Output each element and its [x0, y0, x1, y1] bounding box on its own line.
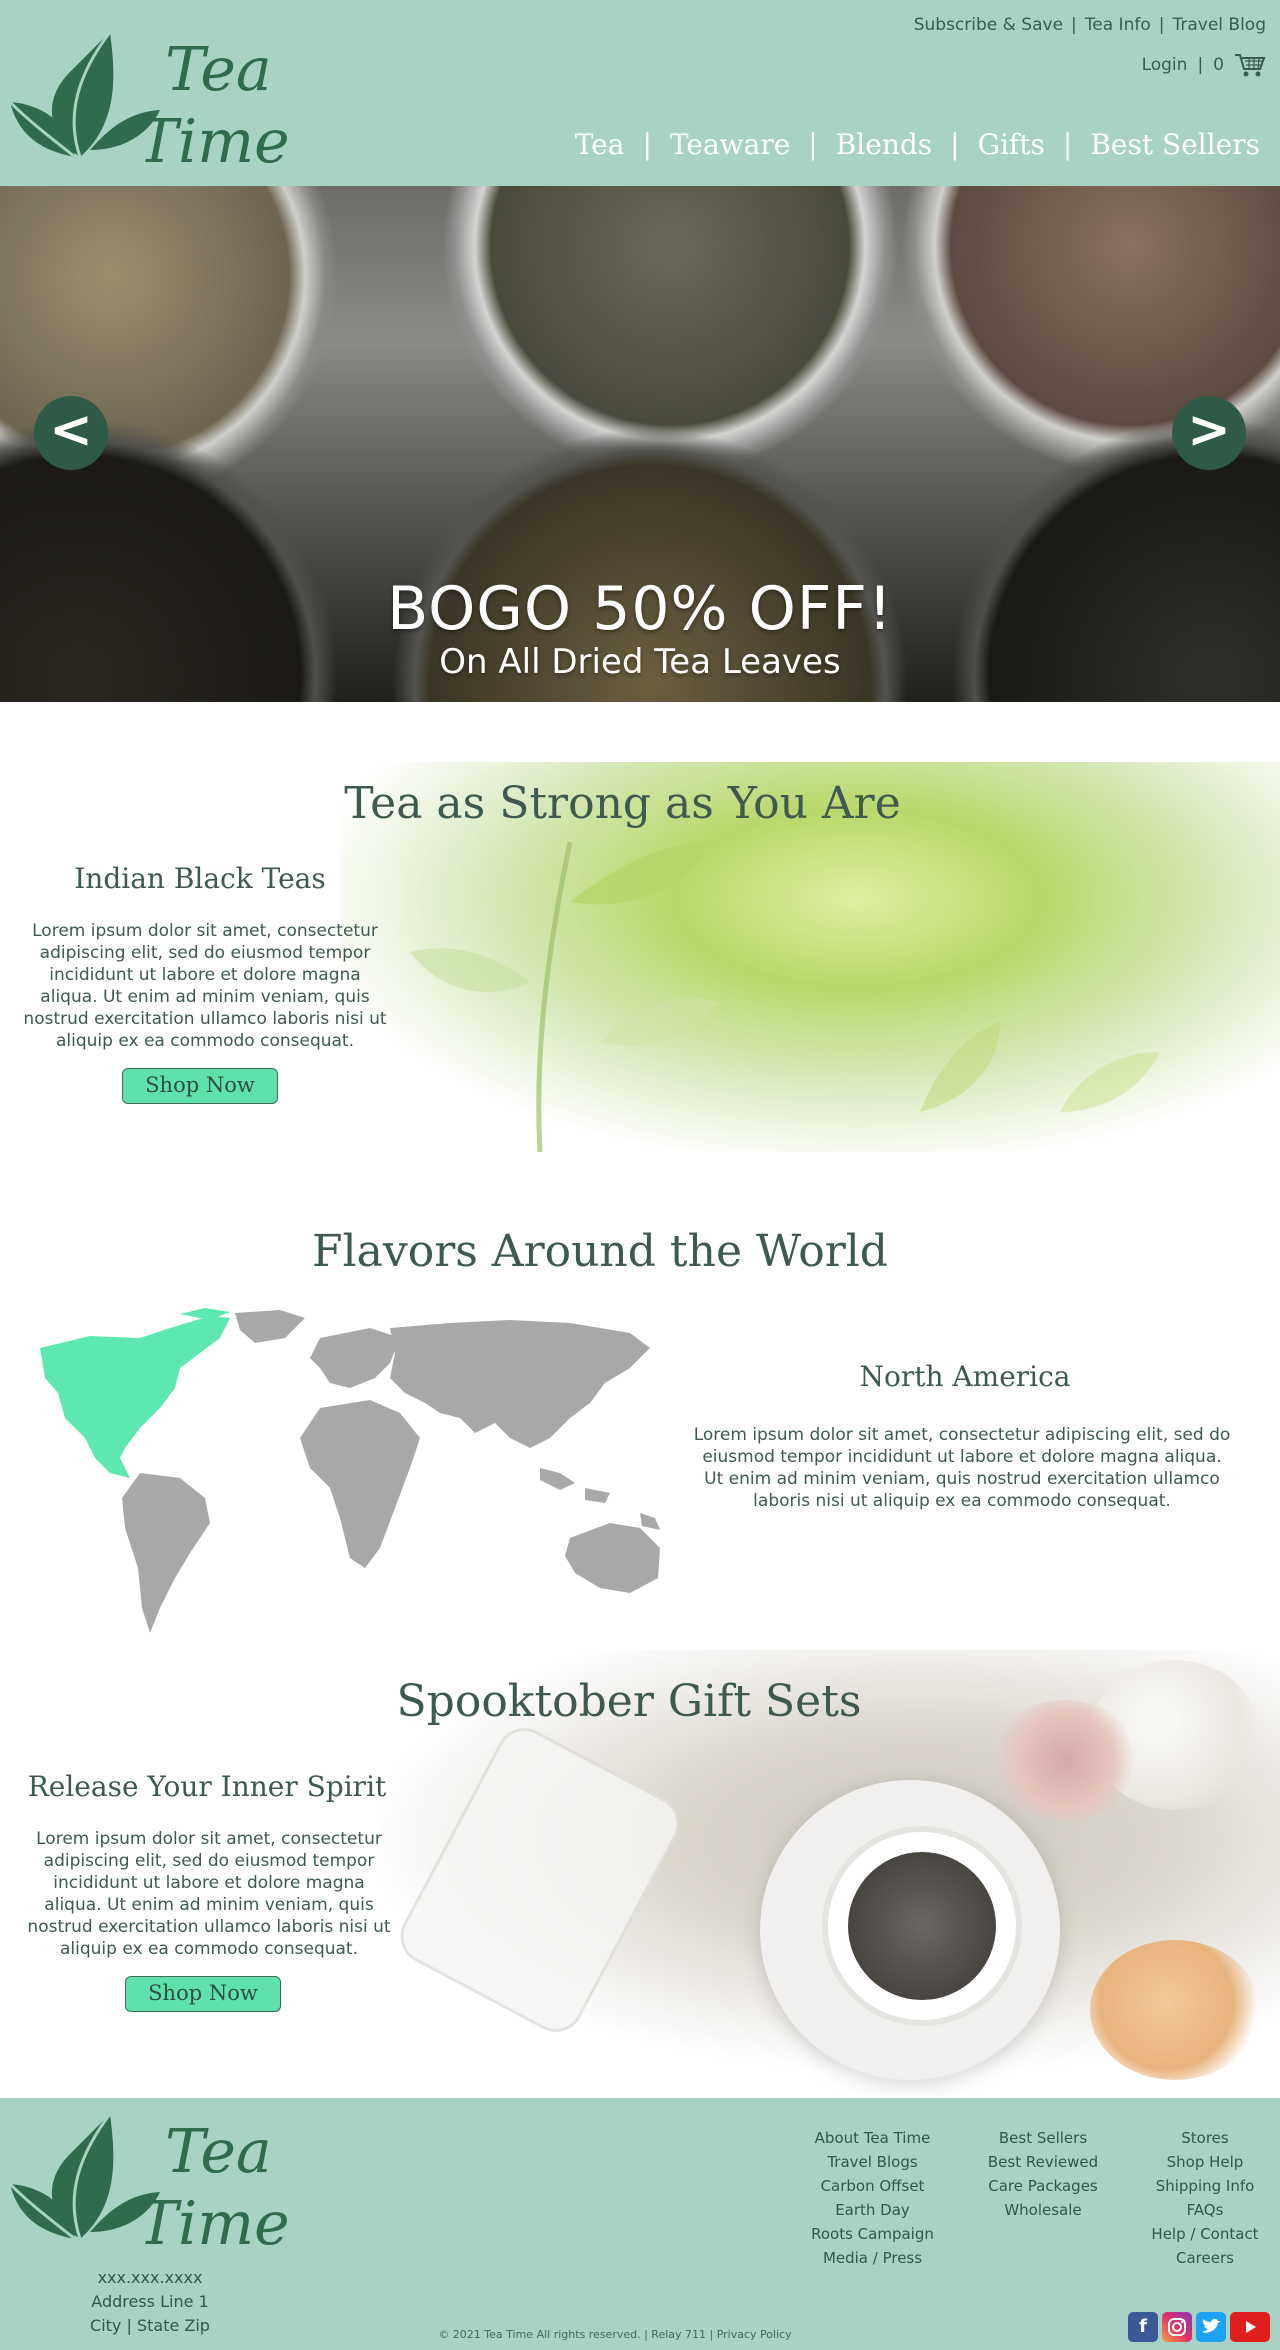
svg-text:Tea: Tea: [165, 2117, 272, 2187]
carousel-prev-button[interactable]: <: [34, 396, 108, 470]
utility-links: Subscribe & Save | Tea Info | Travel Blo…: [914, 15, 1266, 35]
phone-number: xxx.xxx.xxxx: [97, 2268, 203, 2287]
footer-link[interactable]: Stores: [1130, 2126, 1280, 2150]
pumpkin-image: [1090, 1940, 1260, 2080]
nav-blends[interactable]: Blends: [818, 128, 950, 161]
svg-text:Time: Time: [138, 2189, 290, 2254]
divider: |: [808, 128, 818, 161]
login-link[interactable]: Login: [1142, 55, 1188, 75]
section-flavors: Flavors Around the World North America L…: [0, 1162, 1280, 1640]
footer-link[interactable]: FAQs: [1130, 2198, 1280, 2222]
tea-info-link[interactable]: Tea Info: [1085, 15, 1151, 35]
cart-icon[interactable]: [1234, 52, 1266, 78]
section-title: Flavors Around the World: [312, 1226, 888, 1277]
footer-link[interactable]: Roots Campaign: [790, 2222, 955, 2246]
footer-column-help: Stores Shop Help Shipping Info FAQs Help…: [1130, 2126, 1280, 2270]
tea-leaves-illustration: [410, 841, 1160, 1152]
section-body: Lorem ipsum dolor sit amet, consectetur …: [27, 1829, 391, 1959]
section-body: Lorem ipsum dolor sit amet, consectetur …: [23, 921, 387, 1051]
twitter-icon[interactable]: [1196, 2312, 1226, 2342]
section-spooktober: Spooktober Gift Sets Release Your Inner …: [0, 1640, 1280, 2096]
divider: |: [1062, 128, 1073, 161]
region-title: North America: [859, 1360, 1071, 1393]
divider: |: [1158, 15, 1165, 35]
footer-column-shop: Best Sellers Best Reviewed Care Packages…: [968, 2126, 1118, 2222]
youtube-icon[interactable]: [1230, 2312, 1270, 2342]
subscribe-save-link[interactable]: Subscribe & Save: [914, 15, 1063, 35]
footer-link[interactable]: Earth Day: [790, 2198, 955, 2222]
nav-tea[interactable]: Tea: [557, 128, 643, 161]
social-links: f: [1128, 2312, 1270, 2342]
divider: |: [1071, 15, 1077, 35]
footer-link[interactable]: About Tea Time: [790, 2126, 955, 2150]
footer-link[interactable]: Care Packages: [968, 2174, 1118, 2198]
section-title: Spooktober Gift Sets: [396, 1676, 862, 1727]
nav-gifts[interactable]: Gifts: [960, 128, 1063, 161]
footer-link[interactable]: Shop Help: [1130, 2150, 1280, 2174]
footer-link[interactable]: Travel Blogs: [790, 2150, 955, 2174]
north-america-region: [40, 1308, 230, 1478]
facebook-icon[interactable]: f: [1128, 2312, 1158, 2342]
travel-blog-link[interactable]: Travel Blog: [1172, 15, 1266, 35]
divider: |: [950, 128, 960, 161]
section-subhead: Release Your Inner Spirit: [27, 1770, 387, 1803]
svg-text:Tea: Tea: [165, 35, 272, 105]
world-map[interactable]: [30, 1308, 670, 1638]
section-title: Tea as Strong as You Are: [344, 778, 901, 829]
region-body: Lorem ipsum dolor sit amet, consectetur …: [693, 1425, 1231, 1511]
divider: |: [642, 128, 652, 161]
address-line: Address Line 1: [91, 2292, 209, 2311]
main-nav: Tea | Teaware | Blends | Gifts | Best Se…: [557, 128, 1260, 161]
hero-carousel: < > BOGO 50% OFF! On All Dried Tea Leave…: [0, 186, 1280, 702]
svg-text:Time: Time: [138, 107, 290, 172]
shop-now-button[interactable]: Shop Now: [125, 1976, 281, 2012]
coffee-liquid: [848, 1852, 996, 2000]
divider: |: [1197, 55, 1204, 75]
footer-link[interactable]: Shipping Info: [1130, 2174, 1280, 2198]
copyright-text: © 2021 Tea Time All rights reserved. | R…: [438, 2328, 792, 2341]
nav-best-sellers[interactable]: Best Sellers: [1072, 128, 1260, 161]
footer-link[interactable]: Wholesale: [968, 2198, 1118, 2222]
footer-link[interactable]: Best Reviewed: [968, 2150, 1118, 2174]
footer-link[interactable]: Best Sellers: [968, 2126, 1118, 2150]
cart-count: 0: [1213, 55, 1224, 75]
footer-column-about: About Tea Time Travel Blogs Carbon Offse…: [790, 2126, 955, 2270]
footer-link[interactable]: Media / Press: [790, 2246, 955, 2270]
site-footer: Tea Time xxx.xxx.xxxx Address Line 1 Cit…: [0, 2098, 1280, 2350]
site-header: Tea Time Subscribe & Save | Tea Info | T…: [0, 0, 1280, 186]
footer-link[interactable]: Help / Contact: [1130, 2222, 1280, 2246]
carousel-next-button[interactable]: >: [1172, 396, 1246, 470]
nav-teaware[interactable]: Teaware: [652, 128, 808, 161]
section-subhead: Indian Black Teas: [74, 862, 326, 895]
tea-time-logo[interactable]: Tea Time: [8, 31, 290, 177]
tea-time-logo[interactable]: Tea Time: [8, 2113, 290, 2259]
account-bar: Login | 0: [1142, 52, 1266, 78]
hero-title: BOGO 50% OFF!: [387, 574, 893, 644]
section-strong-teas: Tea as Strong as You Are Indian Black Te…: [0, 702, 1280, 1162]
hero-subtitle: On All Dried Tea Leaves: [439, 642, 841, 682]
footer-link[interactable]: Careers: [1130, 2246, 1280, 2270]
shop-now-button[interactable]: Shop Now: [122, 1068, 278, 1104]
instagram-icon[interactable]: [1162, 2312, 1192, 2342]
footer-link[interactable]: Carbon Offset: [790, 2174, 955, 2198]
